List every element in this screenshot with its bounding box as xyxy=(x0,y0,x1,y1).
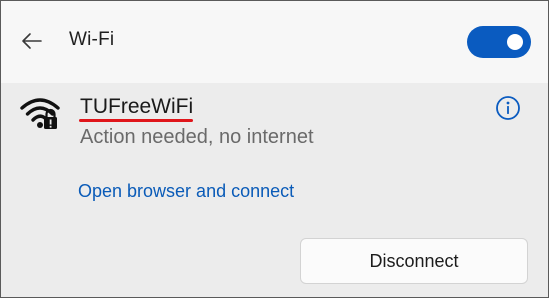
network-card: TUFreeWiFi Action needed, no internet Op… xyxy=(1,83,548,297)
page-title: Wi-Fi xyxy=(69,29,115,50)
wifi-quick-settings-panel: Wi-Fi TUFreeWiFi Action needed, no inter… xyxy=(0,0,549,298)
open-browser-connect-link[interactable]: Open browser and connect xyxy=(78,181,294,202)
wifi-secured-warning-icon xyxy=(19,95,61,131)
red-underline-annotation xyxy=(79,119,193,122)
back-arrow-icon[interactable] xyxy=(19,28,45,54)
network-status: Action needed, no internet xyxy=(80,126,314,148)
toggle-knob xyxy=(507,34,523,50)
wifi-header: Wi-Fi xyxy=(1,1,548,83)
info-icon[interactable] xyxy=(494,94,522,122)
network-name: TUFreeWiFi xyxy=(80,95,194,118)
disconnect-button[interactable]: Disconnect xyxy=(300,238,528,284)
wifi-toggle[interactable] xyxy=(467,26,531,58)
